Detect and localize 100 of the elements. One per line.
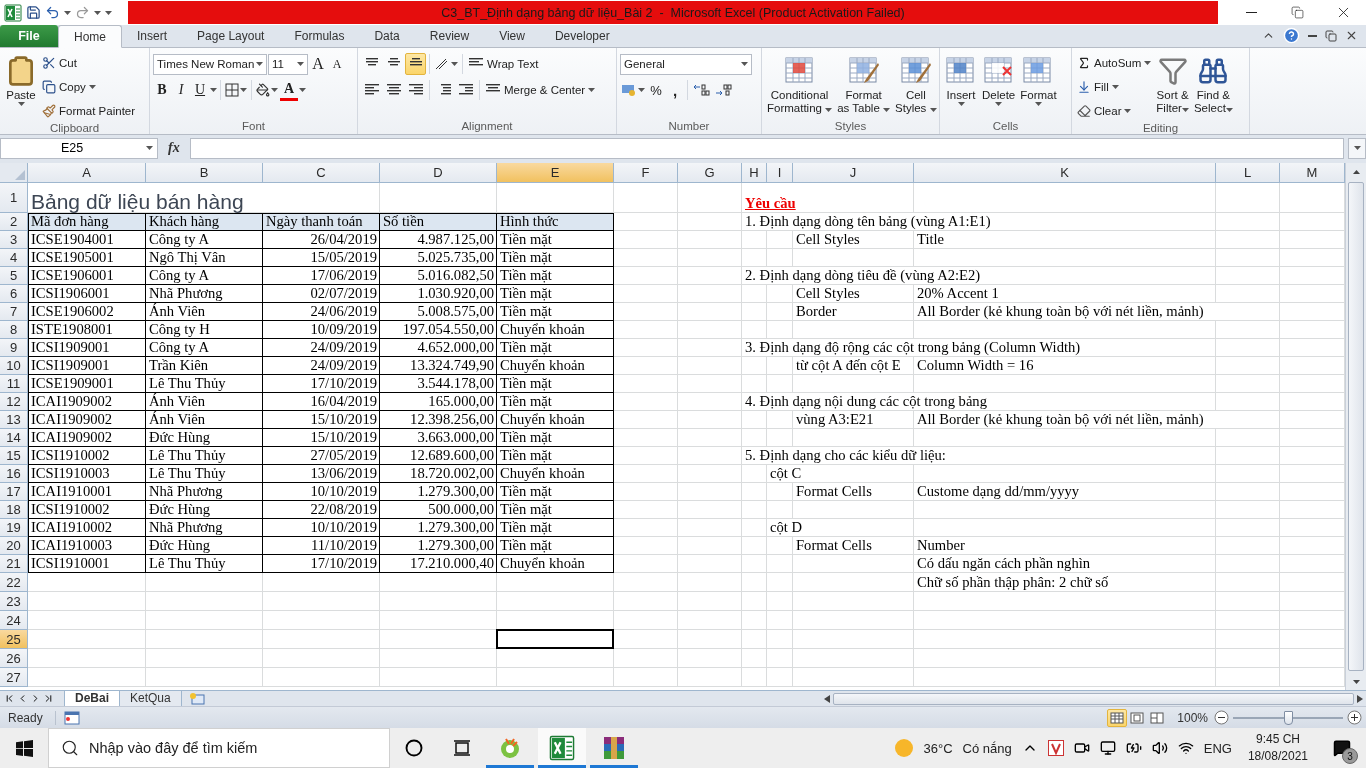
clear-button[interactable]: Clear [1075, 100, 1154, 122]
column-heading[interactable]: J [793, 163, 914, 183]
row-heading[interactable]: 5 [0, 267, 28, 285]
ribbon-tab[interactable]: View [484, 25, 540, 47]
paste-button[interactable]: Paste [3, 52, 39, 122]
save-icon[interactable] [26, 5, 41, 20]
cortana-icon[interactable] [405, 739, 423, 757]
name-box[interactable]: E25 [0, 137, 158, 159]
ribbon-tab[interactable]: Formulas [279, 25, 360, 47]
column-heading[interactable]: M [1280, 163, 1345, 183]
column-heading[interactable]: I [767, 163, 793, 183]
row-heading[interactable]: 14 [0, 429, 28, 447]
merge-center-button[interactable]: Merge & Center [483, 79, 598, 101]
scroll-thumb[interactable] [833, 692, 1354, 705]
row-heading[interactable]: 21 [0, 555, 28, 573]
view-button[interactable] [1107, 708, 1128, 727]
comma-button[interactable]: , [666, 79, 684, 101]
editing-button[interactable]: Find & Select [1191, 52, 1235, 122]
vertical-scrollbar[interactable] [1345, 163, 1366, 690]
font-size-field[interactable]: 11 [268, 53, 308, 75]
scroll-right-icon[interactable] [1357, 694, 1363, 703]
column-heading[interactable]: E [497, 163, 614, 183]
ribbon-tab[interactable]: Page Layout [182, 25, 280, 47]
column-heading[interactable]: K [914, 163, 1216, 183]
close-icon[interactable] [1345, 29, 1358, 42]
formula-field[interactable] [189, 137, 1344, 159]
row-heading[interactable]: 22 [0, 573, 28, 592]
v-app-icon[interactable] [1047, 740, 1064, 756]
column-heading[interactable]: A [28, 163, 146, 183]
sheet-tab[interactable]: DeBai [64, 690, 120, 707]
language-indicator[interactable]: ENG [1203, 740, 1232, 756]
restore-icon[interactable] [1325, 29, 1337, 42]
redo-icon[interactable] [75, 5, 90, 20]
row-heading[interactable]: 4 [0, 249, 28, 267]
active-cell[interactable] [496, 629, 614, 649]
scroll-left-icon[interactable] [824, 694, 830, 703]
task-view-icon[interactable] [453, 740, 471, 756]
row-heading[interactable]: 17 [0, 483, 28, 501]
zoom-level[interactable]: 100% [1167, 710, 1214, 725]
row-heading[interactable]: 11 [0, 375, 28, 393]
style-button[interactable]: Cell Styles [893, 52, 939, 117]
row-heading[interactable]: 25 [0, 630, 28, 649]
ribbon-tab[interactable]: Insert [122, 25, 183, 47]
column-heading[interactable]: B [146, 163, 263, 183]
column-heading[interactable]: H [742, 163, 767, 183]
grow-font-button[interactable]: A [309, 53, 327, 75]
last-sheet-icon[interactable] [43, 693, 54, 704]
ribbon-tab[interactable]: Home [58, 25, 122, 48]
column-heading[interactable]: C [263, 163, 380, 183]
ribbon-tab[interactable]: Review [414, 25, 485, 47]
wifi-icon[interactable] [1177, 740, 1194, 756]
volume-icon[interactable] [1151, 740, 1168, 756]
row-heading[interactable]: 6 [0, 285, 28, 303]
style-button[interactable]: Conditional Formatting [765, 52, 835, 117]
zoom-slider-thumb[interactable] [1284, 710, 1293, 725]
display-icon[interactable] [1099, 740, 1116, 756]
cut-button[interactable]: Cut [40, 52, 138, 74]
row-heading[interactable]: 24 [0, 611, 28, 630]
expand-formula-button[interactable] [1348, 137, 1366, 159]
row-heading[interactable]: 13 [0, 411, 28, 429]
zoom-in-icon[interactable] [1347, 710, 1362, 725]
number-format-field[interactable]: General [620, 53, 752, 75]
font-name-field[interactable]: Times New Roman [153, 53, 267, 75]
help-icon[interactable] [1283, 27, 1300, 44]
scroll-down-icon[interactable] [1352, 679, 1360, 684]
row-heading[interactable]: 27 [0, 668, 28, 687]
battery-icon[interactable] [1125, 740, 1142, 756]
column-heading[interactable]: G [678, 163, 742, 183]
taskbar-app-button[interactable] [538, 728, 586, 768]
row-heading[interactable]: 2 [0, 213, 28, 231]
editing-button[interactable]: Sort & Filter [1154, 52, 1191, 122]
copy-button[interactable]: Copy [40, 76, 138, 98]
macro-record-icon[interactable] [63, 710, 80, 725]
clock[interactable]: 9:45 CH 18/08/2021 [1241, 731, 1314, 765]
wrap-text-button[interactable]: Wrap Text [466, 53, 541, 75]
cells-button[interactable]: Delete [980, 52, 1018, 117]
row-heading[interactable]: 8 [0, 321, 28, 339]
autosum-button[interactable]: AutoSum [1075, 52, 1154, 74]
zoom-out-icon[interactable] [1214, 710, 1229, 725]
ribbon-tab[interactable]: Developer [539, 25, 625, 47]
row-heading[interactable]: 19 [0, 519, 28, 537]
row-heading[interactable]: 3 [0, 231, 28, 249]
underline-button[interactable]: U [191, 79, 209, 101]
row-heading[interactable]: 20 [0, 537, 28, 555]
first-sheet-icon[interactable] [4, 693, 15, 704]
row-heading[interactable]: 18 [0, 501, 28, 519]
ribbon-tab[interactable]: Data [359, 25, 415, 47]
row-heading[interactable]: 10 [0, 357, 28, 375]
sheet-tab[interactable]: KetQua [119, 690, 182, 707]
percent-button[interactable]: % [647, 79, 665, 101]
camera-icon[interactable] [1073, 740, 1090, 756]
italic-button[interactable]: I [172, 79, 190, 101]
search-field[interactable]: Nhập vào đây để tìm kiếm [48, 728, 390, 768]
insert-function-button[interactable]: fx [162, 140, 186, 156]
shrink-font-button[interactable]: A [328, 53, 346, 75]
minimize-icon[interactable] [1308, 34, 1317, 37]
row-heading[interactable]: 9 [0, 339, 28, 357]
row-heading[interactable]: 15 [0, 447, 28, 465]
format-painter-button[interactable]: Format Painter [40, 100, 138, 122]
column-heading[interactable]: F [614, 163, 678, 183]
